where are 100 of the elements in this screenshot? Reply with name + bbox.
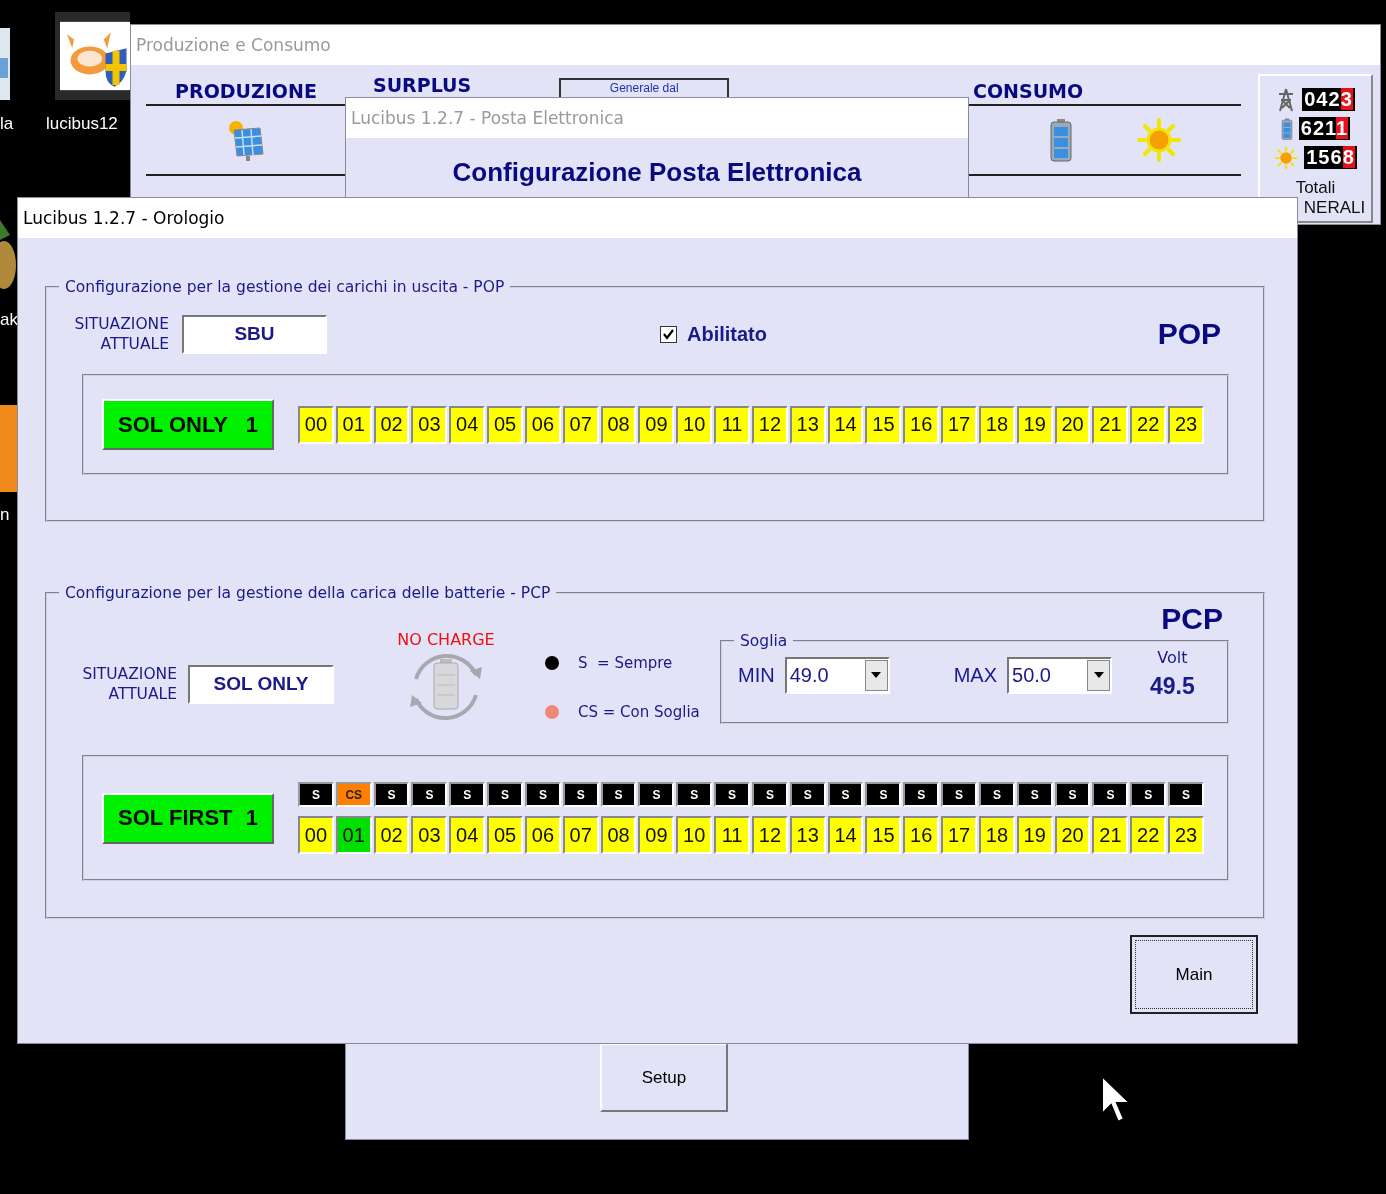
mode-cell[interactable]: S: [1130, 782, 1167, 807]
hour-cell[interactable]: 11: [714, 405, 750, 444]
desktop-icon-label[interactable]: lucibus12: [46, 114, 118, 134]
checkbox-label[interactable]: Abilitato: [687, 322, 767, 346]
status-label: SITUAZIONE ATTUALE: [81, 664, 177, 704]
mode-cell[interactable]: S: [638, 782, 675, 807]
hour-cell[interactable]: 22: [1130, 405, 1167, 444]
hour-cell[interactable]: 23: [1168, 816, 1204, 854]
hour-cell[interactable]: 13: [789, 816, 826, 854]
mode-cell[interactable]: S: [1016, 782, 1053, 807]
hour-cell[interactable]: 21: [1092, 816, 1129, 854]
hour-cell[interactable]: 01: [335, 816, 372, 854]
hour-cell[interactable]: 01: [335, 405, 372, 444]
hour-cell[interactable]: 18: [979, 816, 1015, 854]
mode-cell[interactable]: S: [827, 782, 864, 807]
mode-cell[interactable]: S: [865, 782, 902, 807]
app-tile-icon[interactable]: [0, 405, 17, 492]
hour-cell[interactable]: 11: [714, 816, 750, 854]
hour-cell[interactable]: 17: [941, 405, 977, 444]
hour-cell[interactable]: 14: [827, 816, 864, 854]
app-icon[interactable]: [55, 12, 130, 100]
main-button[interactable]: Main: [1130, 935, 1258, 1014]
window-title: Lucibus 1.2.7 - Posta Elettronica: [351, 108, 624, 128]
hour-cell[interactable]: 14: [827, 405, 864, 444]
hour-cell[interactable]: 13: [789, 405, 826, 444]
hour-cell[interactable]: 16: [903, 816, 940, 854]
checkbox[interactable]: [660, 325, 677, 343]
battery-icon: [1280, 116, 1293, 141]
program-button[interactable]: SOL ONLY 1: [102, 399, 274, 450]
hour-cell[interactable]: 20: [1054, 816, 1091, 854]
mode-cell[interactable]: S: [373, 782, 410, 807]
mode-cell[interactable]: S: [1092, 782, 1129, 807]
mode-cell[interactable]: S: [1054, 782, 1091, 807]
hour-cell[interactable]: 12: [752, 816, 788, 854]
desktop-icon-label[interactable]: ak: [0, 310, 18, 330]
hour-cell[interactable]: 22: [1130, 816, 1167, 854]
battery-icon: [1049, 118, 1073, 162]
hour-cell[interactable]: 23: [1168, 405, 1204, 444]
mode-cell[interactable]: CS: [335, 782, 372, 807]
section-heading: PRODUZIONE: [175, 80, 317, 102]
hour-cell[interactable]: 19: [1016, 405, 1053, 444]
counter-display: 0423: [1302, 88, 1355, 111]
hour-cell[interactable]: 00: [298, 816, 334, 854]
max-dropdown[interactable]: 50.0: [1007, 656, 1112, 694]
hour-cell[interactable]: 04: [449, 405, 486, 444]
window-title: Produzione e Consumo: [136, 35, 331, 55]
mode-cell[interactable]: S: [676, 782, 713, 807]
hour-cell[interactable]: 08: [600, 405, 637, 444]
min-label: MIN: [738, 663, 775, 687]
hour-cell[interactable]: 09: [638, 405, 675, 444]
mode-cell[interactable]: S: [562, 782, 599, 807]
mode-cell[interactable]: S: [752, 782, 788, 807]
hour-cell[interactable]: 08: [600, 816, 637, 854]
hour-cell[interactable]: 16: [903, 405, 940, 444]
hour-cell[interactable]: 19: [1016, 816, 1053, 854]
mode-cell[interactable]: S: [941, 782, 977, 807]
hour-cell[interactable]: 07: [562, 405, 599, 444]
setup-button[interactable]: Setup: [600, 1043, 728, 1112]
mode-cell[interactable]: S: [1168, 782, 1204, 807]
hour-cell[interactable]: 15: [865, 405, 902, 444]
hour-cell[interactable]: 21: [1092, 405, 1129, 444]
hour-cell[interactable]: 10: [676, 405, 713, 444]
hour-cell[interactable]: 17: [941, 816, 977, 854]
hour-cell[interactable]: 10: [676, 816, 713, 854]
desktop-icon-label[interactable]: n: [0, 505, 10, 525]
hour-cell[interactable]: 05: [487, 405, 523, 444]
hour-cell[interactable]: 03: [411, 816, 448, 854]
hour-cell[interactable]: 20: [1054, 405, 1091, 444]
mode-cell[interactable]: S: [903, 782, 940, 807]
mode-cell[interactable]: S: [789, 782, 826, 807]
hour-cell[interactable]: 04: [449, 816, 486, 854]
hour-cell[interactable]: 02: [373, 405, 410, 444]
mode-cell[interactable]: S: [487, 782, 523, 807]
hour-cell[interactable]: 15: [865, 816, 902, 854]
charge-state: NO CHARGE: [397, 630, 495, 649]
hour-cell[interactable]: 12: [752, 405, 788, 444]
section-code: POP: [1157, 317, 1221, 351]
mode-cell[interactable]: S: [979, 782, 1015, 807]
sun-icon: [1136, 117, 1182, 163]
hour-cell[interactable]: 06: [525, 405, 561, 444]
mode-cell[interactable]: S: [525, 782, 561, 807]
mode-cell[interactable]: S: [449, 782, 486, 807]
hour-cell[interactable]: 02: [373, 816, 410, 854]
desktop-icon-label[interactable]: la: [0, 114, 14, 134]
hour-cell[interactable]: 07: [562, 816, 599, 854]
hour-cell[interactable]: 06: [525, 816, 561, 854]
section-code: PCP: [1161, 602, 1223, 636]
group-title: Configurazione per la gestione della carica delle batterie - PCP: [64, 584, 552, 602]
mode-cell[interactable]: S: [714, 782, 750, 807]
group-title: Soglia: [739, 632, 789, 650]
hour-cell[interactable]: 18: [979, 405, 1015, 444]
mode-cell[interactable]: S: [298, 782, 334, 807]
hour-cell[interactable]: 05: [487, 816, 523, 854]
hour-cell[interactable]: 00: [298, 405, 334, 444]
hour-cell[interactable]: 09: [638, 816, 675, 854]
mode-cell[interactable]: S: [600, 782, 637, 807]
hour-cell[interactable]: 03: [411, 405, 448, 444]
mode-cell[interactable]: S: [411, 782, 448, 807]
program-button[interactable]: SOL FIRST 1: [102, 792, 274, 844]
min-dropdown[interactable]: 49.0: [784, 656, 890, 694]
